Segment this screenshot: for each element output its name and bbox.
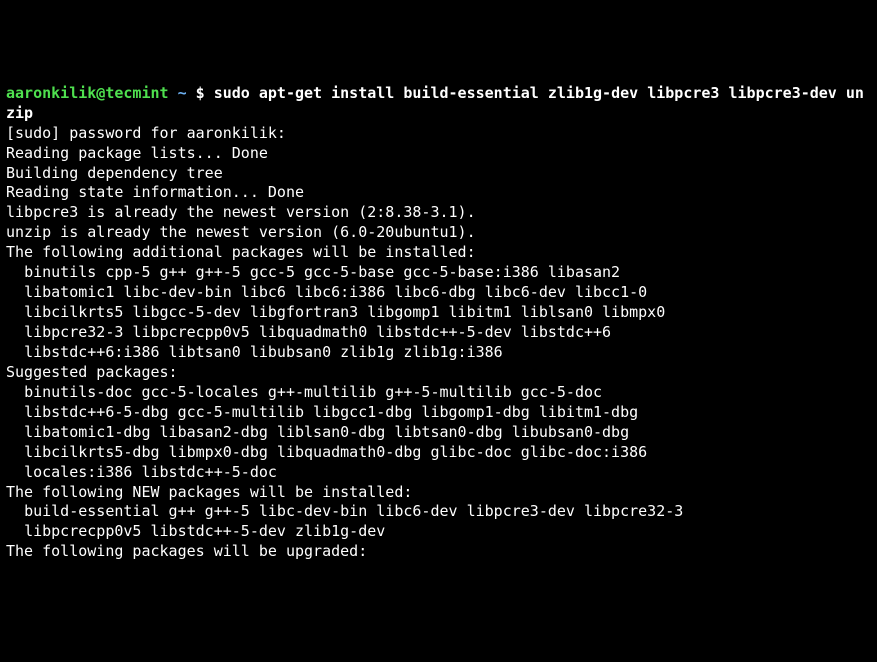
- output-line: binutils-doc gcc-5-locales g++-multilib …: [6, 383, 871, 403]
- prompt-line[interactable]: aaronkilik@tecmint ~ $ sudo apt-get inst…: [6, 84, 871, 124]
- output-line: Reading package lists... Done: [6, 144, 871, 164]
- output-line: libpcre32-3 libpcrecpp0v5 libquadmath0 l…: [6, 323, 871, 343]
- output-line: libstdc++6:i386 libtsan0 libubsan0 zlib1…: [6, 343, 871, 363]
- output-line: libcilkrts5-dbg libmpx0-dbg libquadmath0…: [6, 443, 871, 463]
- output-line: libatomic1-dbg libasan2-dbg liblsan0-dbg…: [6, 423, 871, 443]
- prompt-cwd: ~: [178, 84, 187, 102]
- output-line: The following packages will be upgraded:: [6, 542, 871, 562]
- output-line: The following additional packages will b…: [6, 243, 871, 263]
- output-line: build-essential g++ g++-5 libc-dev-bin l…: [6, 502, 871, 522]
- output-line: locales:i386 libstdc++-5-doc: [6, 463, 871, 483]
- prompt-symbol: $: [196, 84, 205, 102]
- output-line: libpcre3 is already the newest version (…: [6, 203, 871, 223]
- output-line: libcilkrts5 libgcc-5-dev libgfortran3 li…: [6, 303, 871, 323]
- output-line: libpcrecpp0v5 libstdc++-5-dev zlib1g-dev: [6, 522, 871, 542]
- output-line: Suggested packages:: [6, 363, 871, 383]
- prompt-user-host: aaronkilik@tecmint: [6, 84, 169, 102]
- output-line: unzip is already the newest version (6.0…: [6, 223, 871, 243]
- output-line: The following NEW packages will be insta…: [6, 483, 871, 503]
- output-line: Building dependency tree: [6, 164, 871, 184]
- output-line: Reading state information... Done: [6, 183, 871, 203]
- output-line: libstdc++6-5-dbg gcc-5-multilib libgcc1-…: [6, 403, 871, 423]
- output-line: [sudo] password for aaronkilik:: [6, 124, 871, 144]
- output-line: libatomic1 libc-dev-bin libc6 libc6:i386…: [6, 283, 871, 303]
- output-line: binutils cpp-5 g++ g++-5 gcc-5 gcc-5-bas…: [6, 263, 871, 283]
